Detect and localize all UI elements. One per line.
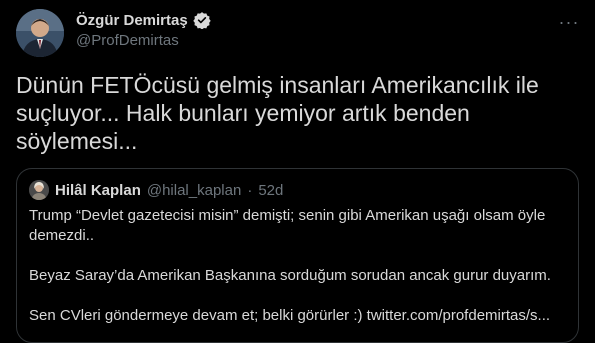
quoted-author-avatar (29, 180, 49, 200)
verified-badge-icon (193, 11, 211, 30)
author-name-row: Özgür Demirtaş (76, 11, 211, 30)
quoted-author-handle: @hilal_kaplan (146, 181, 242, 199)
meta-separator: · (247, 181, 253, 199)
avatar-image (16, 9, 64, 57)
tweet-text: Dünün FETÖcüsü gelmiş insanları Amerikan… (16, 72, 539, 154)
quoted-author-name: Hilâl Kaplan (55, 181, 141, 199)
quoted-tweet-time: 52d (258, 181, 284, 199)
quoted-tweet-card[interactable]: Hilâl Kaplan @hilal_kaplan · 52d Trump “… (16, 168, 579, 343)
quoted-tweet-text: Trump “Devlet gazetecisi misin” demişti;… (29, 207, 551, 324)
more-options-button[interactable]: ··· (555, 10, 583, 34)
author-display-name[interactable]: Özgür Demirtaş (76, 12, 188, 29)
author-avatar[interactable] (16, 9, 64, 57)
quoted-tweet-header: Hilâl Kaplan @hilal_kaplan · 52d (29, 180, 283, 200)
author-handle[interactable]: @ProfDemirtas (76, 32, 179, 49)
